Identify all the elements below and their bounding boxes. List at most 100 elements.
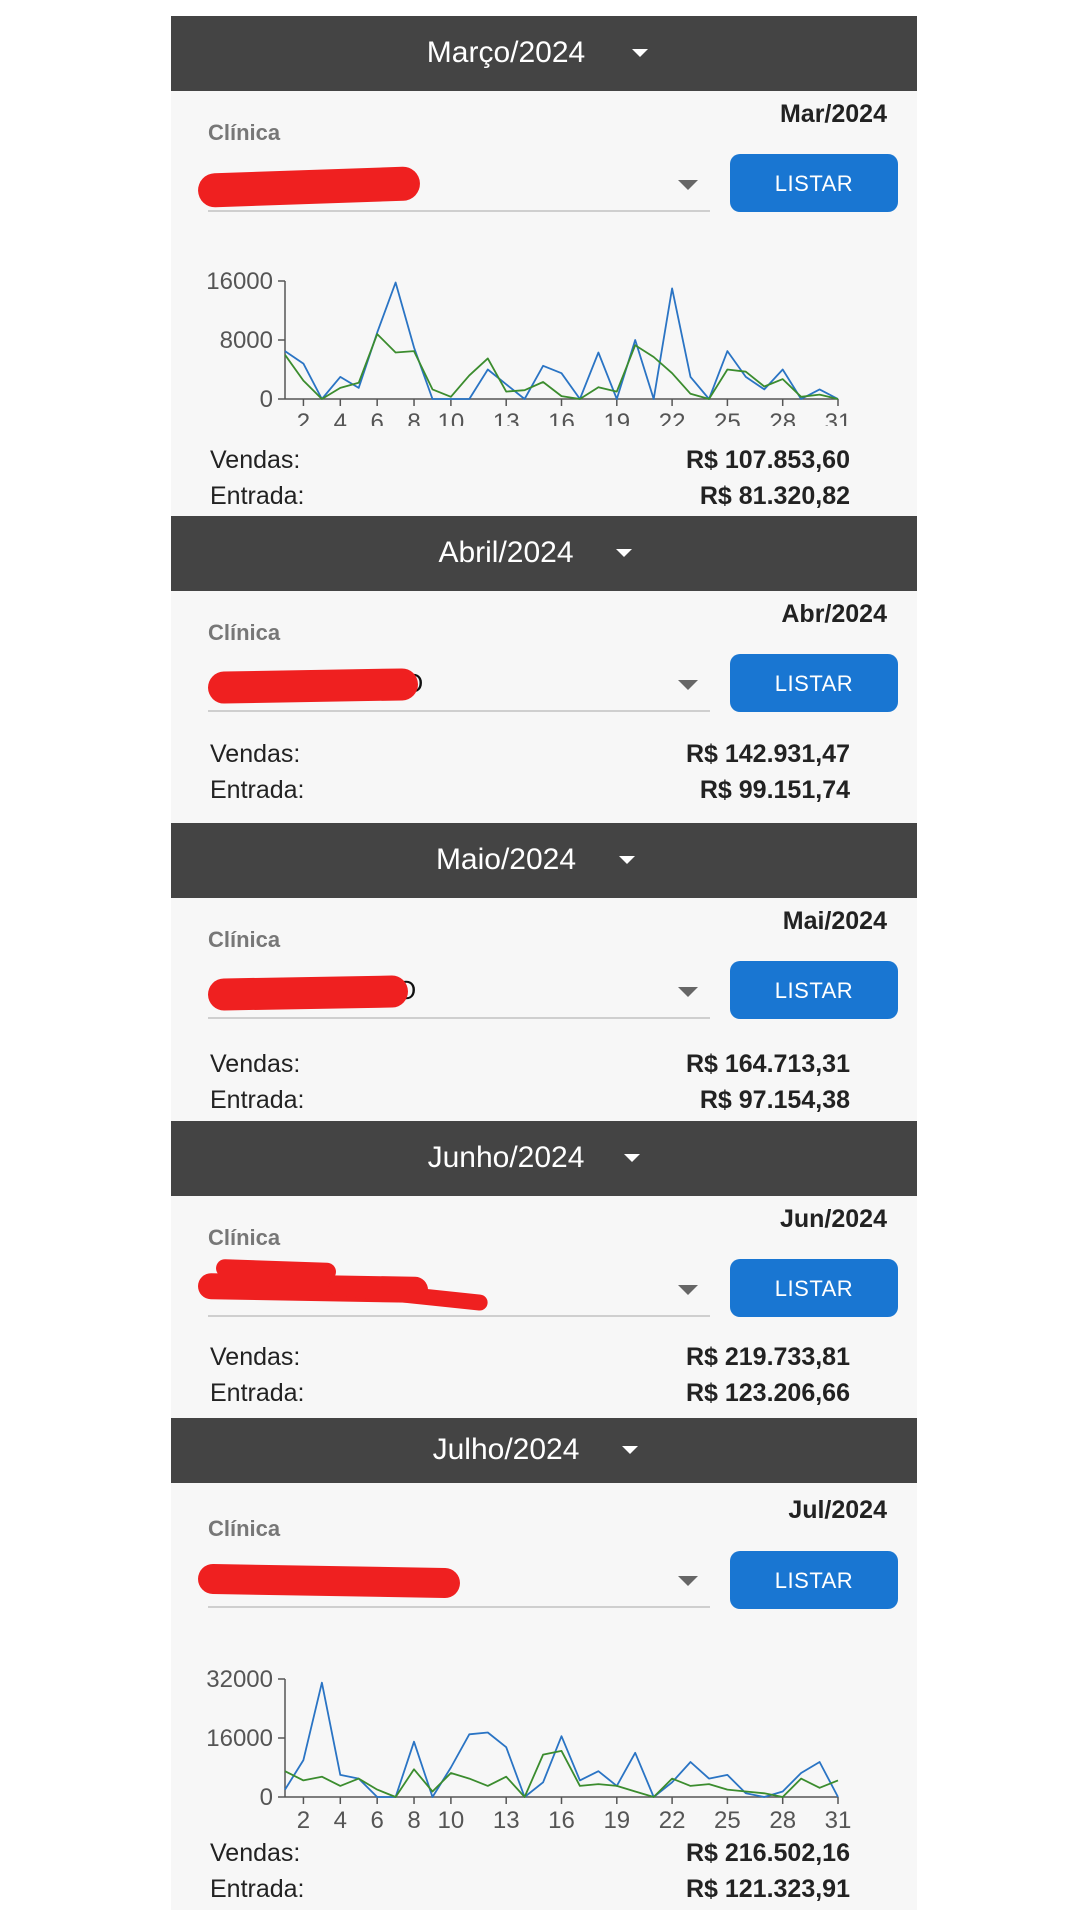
x-tick-label: 4 bbox=[334, 1807, 347, 1829]
series-line-1 bbox=[284, 333, 839, 400]
month-header-junho[interactable]: Junho/2024 bbox=[171, 1121, 917, 1196]
entrada-label: Entrada: bbox=[210, 1875, 305, 1903]
vendas-label: Vendas: bbox=[210, 1839, 301, 1867]
vendas-value: R$ 216.502,16 bbox=[685, 1839, 850, 1867]
x-tick-label: 6 bbox=[370, 1807, 383, 1829]
daily-chart-julho: 0 16000 32000 2 4 6 8 10 13 16 19 22 25 28 31 bbox=[206, 1666, 852, 1829]
series-line-0 bbox=[284, 1681, 839, 1798]
chevron-down-icon[interactable] bbox=[624, 1154, 640, 1162]
listar-button[interactable]: LISTAR bbox=[730, 1551, 898, 1609]
dropdown-arrow-icon[interactable] bbox=[678, 1576, 698, 1586]
clinic-select[interactable] bbox=[197, 1556, 710, 1608]
x-tick-label: 8 bbox=[407, 409, 420, 426]
redaction-mark bbox=[207, 975, 409, 1011]
x-tick-label: 2 bbox=[297, 409, 310, 426]
entrada-value: R$ 123.206,66 bbox=[685, 1379, 850, 1407]
month-header-maio[interactable]: Maio/2024 bbox=[171, 823, 917, 898]
x-tick-label: 22 bbox=[659, 1807, 686, 1829]
x-tick-label: 16 bbox=[548, 409, 575, 426]
listar-button[interactable]: LISTAR bbox=[730, 654, 898, 712]
period-label: Abr/2024 bbox=[781, 600, 887, 628]
listar-button[interactable]: LISTAR bbox=[730, 154, 898, 212]
dropdown-arrow-icon[interactable] bbox=[678, 1285, 698, 1295]
vendas-value: R$ 219.733,81 bbox=[685, 1343, 850, 1371]
clinic-label: Clínica bbox=[208, 1225, 281, 1250]
entrada-row: Entrada: R$ 121.323,91 bbox=[210, 1875, 850, 1909]
x-tick-label: 8 bbox=[407, 1807, 420, 1829]
x-tick-label: 25 bbox=[714, 1807, 741, 1829]
clinic-select[interactable] bbox=[197, 160, 710, 212]
x-tick-label: 19 bbox=[603, 1807, 630, 1829]
month-title: Abril/2024 bbox=[438, 536, 574, 569]
x-tick-label: 13 bbox=[493, 1807, 520, 1829]
vendas-row: Vendas: R$ 142.931,47 bbox=[210, 740, 850, 774]
entrada-label: Entrada: bbox=[210, 482, 305, 510]
month-title: Junho/2024 bbox=[427, 1141, 585, 1174]
entrada-value: R$ 81.320,82 bbox=[699, 482, 850, 510]
month-title: Julho/2024 bbox=[432, 1433, 580, 1466]
x-tick-label: 31 bbox=[825, 409, 852, 426]
x-tick-label: 22 bbox=[659, 409, 686, 426]
entrada-row: Entrada: R$ 97.154,38 bbox=[210, 1086, 850, 1120]
y-tick-label: 16000 bbox=[206, 1725, 273, 1752]
clinic-select[interactable] bbox=[197, 1258, 710, 1317]
vendas-label: Vendas: bbox=[210, 446, 301, 474]
x-tick-label: 25 bbox=[714, 409, 741, 426]
entrada-row: Entrada: R$ 99.151,74 bbox=[210, 776, 850, 810]
y-tick-label: 8000 bbox=[220, 327, 273, 354]
month-header-marco[interactable]: Março/2024 bbox=[171, 16, 917, 91]
vendas-value: R$ 142.931,47 bbox=[685, 740, 850, 768]
entrada-value: R$ 121.323,91 bbox=[685, 1875, 850, 1903]
clinic-label: Clínica bbox=[208, 927, 281, 952]
x-tick-label: 16 bbox=[548, 1807, 575, 1829]
redaction-mark bbox=[207, 668, 419, 704]
chevron-down-icon[interactable] bbox=[622, 1446, 638, 1454]
x-tick-label: 31 bbox=[825, 1807, 852, 1829]
x-tick-label: 10 bbox=[438, 409, 465, 426]
entrada-value: R$ 97.154,38 bbox=[699, 1086, 850, 1114]
vendas-label: Vendas: bbox=[210, 740, 301, 768]
chevron-down-icon[interactable] bbox=[632, 49, 648, 57]
listar-button[interactable]: LISTAR bbox=[730, 961, 898, 1019]
x-tick-label: 28 bbox=[769, 409, 796, 426]
y-tick-label: 0 bbox=[260, 386, 273, 413]
x-tick-label: 13 bbox=[493, 409, 520, 426]
redaction-mark bbox=[197, 1563, 461, 1599]
app: Março/2024 Mar/2024 Clínica LISTAR 0 8000… bbox=[171, 16, 917, 1910]
clinic-label: Clínica bbox=[208, 620, 281, 645]
clinic-label: Clínica bbox=[208, 1516, 281, 1541]
dropdown-arrow-icon[interactable] bbox=[678, 680, 698, 690]
y-tick-label: 32000 bbox=[206, 1666, 273, 1693]
x-tick-label: 10 bbox=[438, 1807, 465, 1829]
month-title: Março/2024 bbox=[426, 36, 586, 69]
x-tick-label: 2 bbox=[297, 1807, 310, 1829]
vendas-row: Vendas: R$ 164.713,31 bbox=[210, 1050, 850, 1084]
month-header-abril[interactable]: Abril/2024 bbox=[171, 516, 917, 591]
period-label: Mai/2024 bbox=[782, 907, 887, 935]
x-tick-label: 6 bbox=[370, 409, 383, 426]
vendas-label: Vendas: bbox=[210, 1343, 301, 1371]
x-tick-label: 4 bbox=[334, 409, 347, 426]
period-label: Mar/2024 bbox=[779, 100, 887, 128]
series-line-0 bbox=[284, 281, 839, 400]
vendas-row: Vendas: R$ 216.502,16 bbox=[210, 1839, 850, 1873]
listar-button[interactable]: LISTAR bbox=[730, 1259, 898, 1317]
dropdown-arrow-icon[interactable] bbox=[678, 180, 698, 190]
x-tick-label: 19 bbox=[603, 409, 630, 426]
vendas-row: Vendas: R$ 107.853,60 bbox=[210, 446, 850, 480]
clinic-select[interactable]: O bbox=[207, 967, 710, 1019]
chevron-down-icon[interactable] bbox=[616, 549, 632, 557]
redaction-mark bbox=[197, 166, 421, 208]
series-line-1 bbox=[284, 1750, 839, 1798]
dropdown-arrow-icon[interactable] bbox=[678, 987, 698, 997]
entrada-value: R$ 99.151,74 bbox=[699, 776, 850, 804]
y-tick-label: 16000 bbox=[206, 268, 273, 295]
vendas-value: R$ 164.713,31 bbox=[685, 1050, 850, 1078]
x-tick-label: 28 bbox=[769, 1807, 796, 1829]
month-header-julho[interactable]: Julho/2024 bbox=[171, 1418, 917, 1483]
clinic-label: Clínica bbox=[208, 120, 281, 145]
clinic-select[interactable]: O bbox=[207, 660, 710, 712]
month-title: Maio/2024 bbox=[435, 843, 577, 876]
chevron-down-icon[interactable] bbox=[619, 856, 635, 864]
period-label: Jul/2024 bbox=[788, 1496, 887, 1524]
